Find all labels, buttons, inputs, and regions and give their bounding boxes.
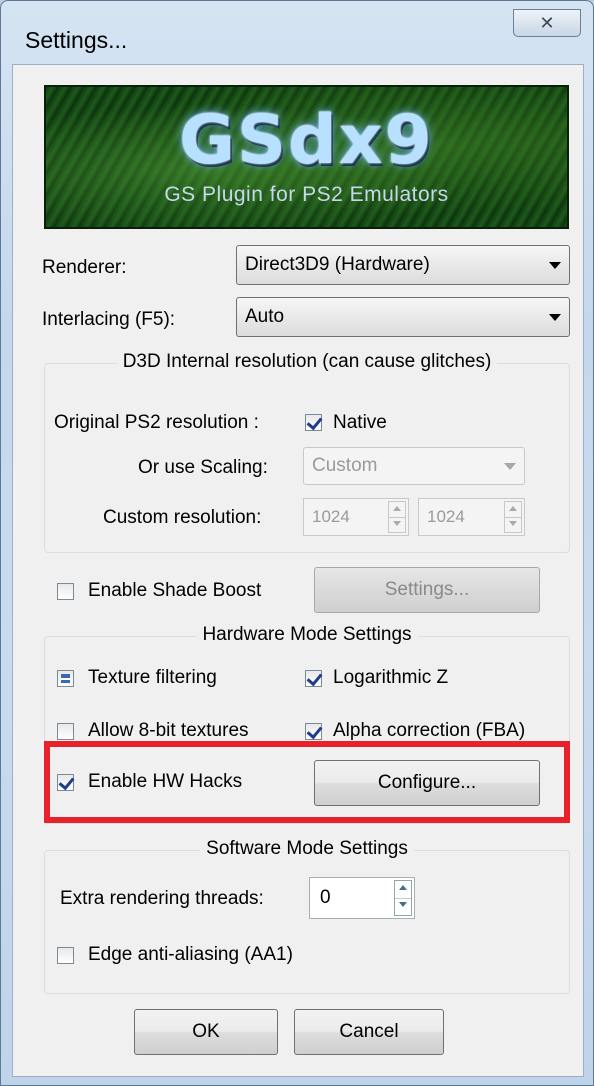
threads-spinner[interactable]: [394, 880, 412, 916]
ok-button[interactable]: OK: [134, 1009, 278, 1055]
d3d-group-title: D3D Internal resolution (can cause glitc…: [116, 351, 498, 372]
custom-height-input[interactable]: 1024: [418, 498, 525, 536]
alpha-correction-checkbox[interactable]: [305, 723, 322, 740]
custom-height-value: 1024: [427, 507, 465, 526]
threads-label: Extra rendering threads:: [60, 888, 264, 909]
renderer-select[interactable]: Direct3D9 (Hardware): [236, 245, 570, 285]
spin-up-icon[interactable]: [395, 881, 411, 899]
texture-filtering-label: Texture filtering: [88, 667, 217, 688]
original-resolution-label: Original PS2 resolution :: [54, 412, 259, 433]
threads-input[interactable]: 0: [309, 877, 415, 919]
banner-logo: GSdx9: [179, 101, 434, 180]
shade-boost-label: Enable Shade Boost: [88, 580, 262, 601]
width-spinner[interactable]: [388, 501, 406, 533]
spin-down-icon[interactable]: [389, 517, 405, 532]
plugin-banner: GSdx9 GS Plugin for PS2 Emulators: [44, 85, 569, 229]
close-button[interactable]: ✕: [513, 9, 581, 37]
custom-width-value: 1024: [312, 507, 350, 526]
spin-down-icon[interactable]: [505, 517, 521, 532]
spin-up-icon[interactable]: [505, 502, 521, 518]
software-mode-group: Software Mode Settings: [44, 838, 570, 994]
logarithmic-z-checkbox[interactable]: [305, 670, 322, 687]
renderer-value: Direct3D9 (Hardware): [245, 254, 430, 275]
chevron-down-icon: [504, 463, 516, 470]
shade-boost-checkbox[interactable]: [57, 583, 74, 600]
cancel-button[interactable]: Cancel: [294, 1009, 444, 1055]
interlacing-label: Interlacing (F5):: [42, 309, 176, 330]
chevron-down-icon: [549, 314, 561, 321]
interlacing-value: Auto: [245, 306, 285, 327]
hardware-group-title: Hardware Mode Settings: [196, 624, 418, 645]
native-checkbox[interactable]: [305, 414, 322, 431]
custom-width-input[interactable]: 1024: [303, 498, 409, 536]
allow-8bit-label: Allow 8-bit textures: [88, 720, 249, 741]
window-title: Settings...: [25, 27, 128, 53]
interlacing-select[interactable]: Auto: [236, 297, 570, 337]
spin-down-icon[interactable]: [395, 898, 411, 915]
banner-tagline: GS Plugin for PS2 Emulators: [164, 183, 449, 206]
texture-filtering-checkbox[interactable]: [57, 670, 74, 687]
scaling-value: Custom: [312, 455, 378, 476]
custom-resolution-label: Custom resolution:: [103, 507, 262, 528]
alpha-correction-label: Alpha correction (FBA): [333, 720, 526, 741]
edge-aa-label: Edge anti-aliasing (AA1): [88, 944, 293, 965]
hw-hacks-highlight: [44, 741, 570, 823]
threads-value: 0: [320, 887, 331, 908]
logarithmic-z-label: Logarithmic Z: [333, 667, 449, 688]
shade-boost-settings-button[interactable]: Settings...: [314, 567, 540, 613]
close-icon: ✕: [539, 13, 555, 33]
renderer-label: Renderer:: [42, 257, 127, 278]
scaling-select[interactable]: Custom: [303, 447, 525, 485]
native-label: Native: [333, 412, 387, 433]
spin-up-icon[interactable]: [389, 502, 405, 518]
software-group-title: Software Mode Settings: [200, 838, 414, 859]
scaling-label: Or use Scaling:: [138, 457, 268, 478]
allow-8bit-checkbox[interactable]: [57, 723, 74, 740]
edge-aa-checkbox[interactable]: [57, 947, 74, 964]
chevron-down-icon: [549, 262, 561, 269]
height-spinner[interactable]: [504, 501, 522, 533]
